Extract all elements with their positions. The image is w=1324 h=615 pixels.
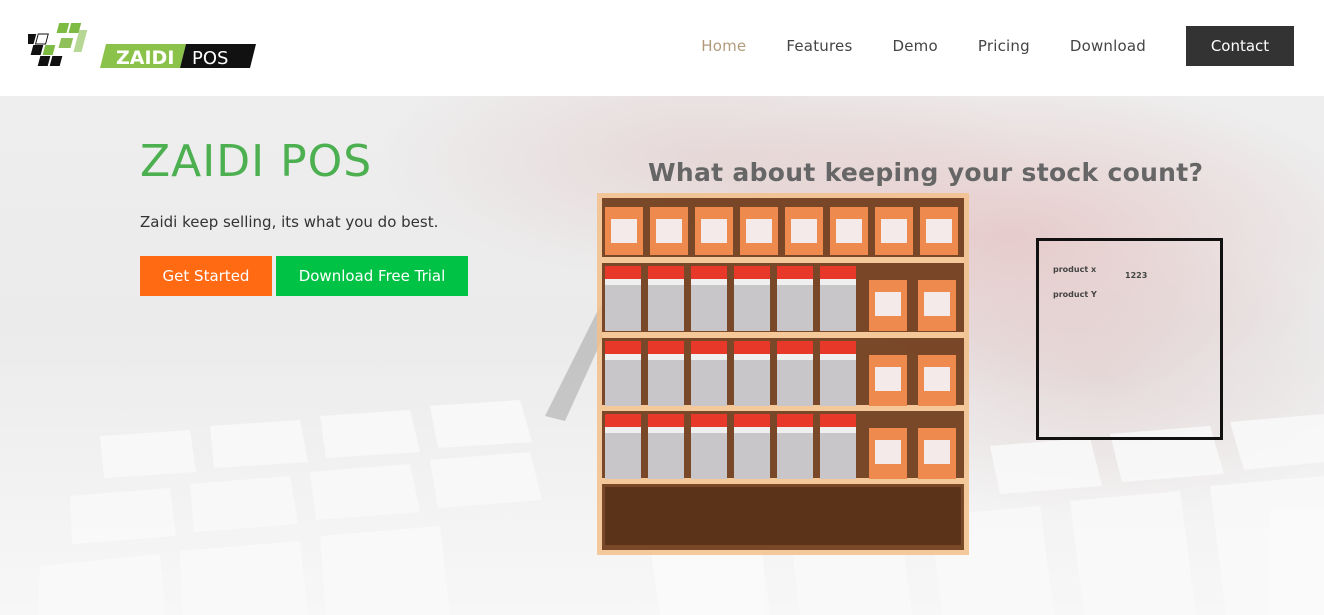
hero-section: ZAIDI POS Zaidi keep selling, its what y…: [0, 96, 1324, 615]
download-free-trial-button[interactable]: Download Free Trial: [276, 256, 468, 296]
nav-pricing[interactable]: Pricing: [978, 37, 1030, 55]
brand-logo[interactable]: ZAIDI POS: [23, 16, 258, 76]
brand-suffix: POS: [192, 48, 228, 69]
stock-count-panel: product x 1223 product Y: [1036, 238, 1223, 440]
nav-home[interactable]: Home: [701, 37, 746, 55]
stock-heading: What about keeping your stock count?: [648, 158, 1204, 187]
site-header: ZAIDI POS Home Features Demo Pricing Dow…: [0, 0, 1324, 96]
hero-title: ZAIDI POS: [140, 136, 373, 187]
stock-product-name: product x: [1053, 265, 1097, 274]
nav-features[interactable]: Features: [786, 37, 852, 55]
hero-subtitle: Zaidi keep selling, its what you do best…: [140, 213, 439, 231]
contact-button[interactable]: Contact: [1186, 26, 1294, 66]
brand-name: ZAIDI: [116, 47, 174, 69]
stock-product-name: product Y: [1053, 290, 1097, 299]
get-started-button[interactable]: Get Started: [140, 256, 272, 296]
zaidi-logo-icon: ZAIDI POS: [23, 23, 256, 69]
nav-demo[interactable]: Demo: [892, 37, 937, 55]
main-nav: Home Features Demo Pricing Download Cont…: [661, 26, 1294, 66]
store-shelf-illustration: [597, 193, 969, 555]
nav-download[interactable]: Download: [1070, 37, 1146, 55]
stock-product-count: 1223: [1125, 271, 1148, 280]
